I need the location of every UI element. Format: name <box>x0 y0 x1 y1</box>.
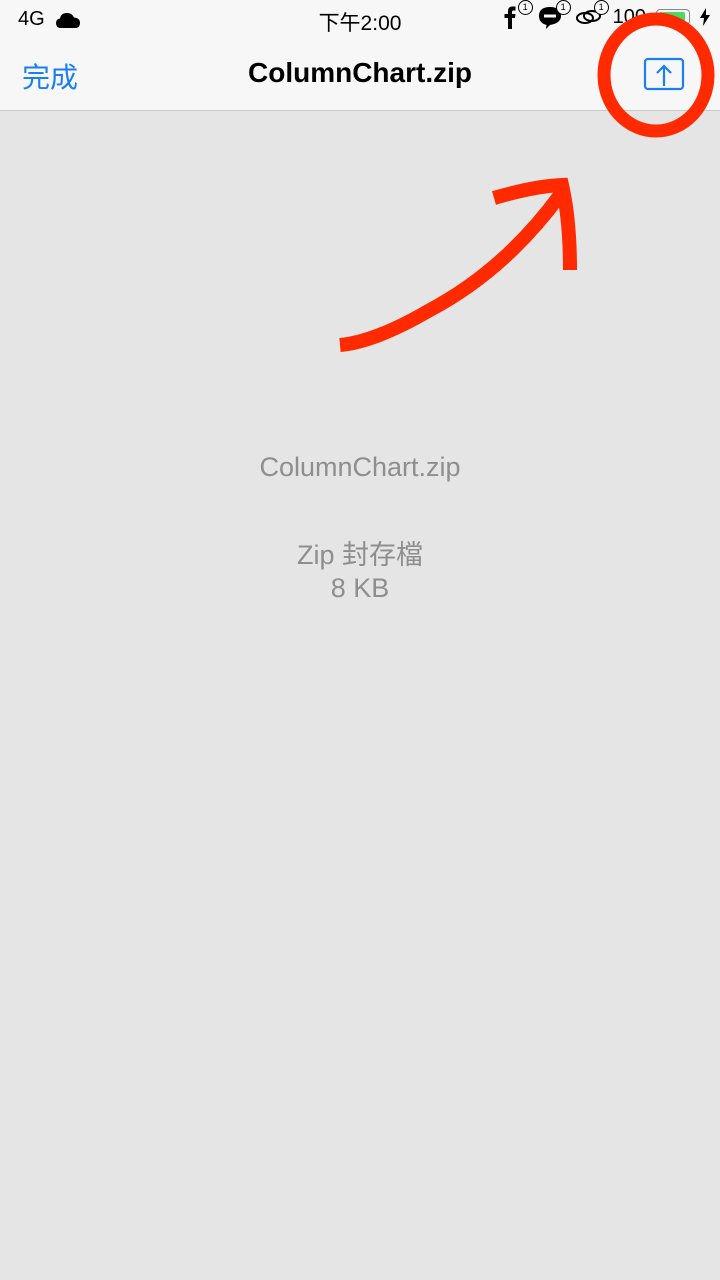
status-right: 1 1 1 100 <box>499 0 710 30</box>
link-notification: 1 <box>575 0 609 30</box>
facebook-badge: 1 <box>517 0 533 15</box>
battery-icon <box>656 9 690 25</box>
annotation-arrow <box>339 177 577 352</box>
line-badge: 1 <box>555 0 571 15</box>
facebook-notification: 1 <box>499 0 533 30</box>
charging-icon <box>700 8 710 26</box>
line-notification: 1 <box>537 0 571 30</box>
battery-percent: 100 <box>612 5 646 28</box>
share-icon <box>643 57 685 91</box>
link-badge: 1 <box>593 0 609 15</box>
file-size: 8 KB <box>330 573 390 603</box>
battery-level <box>659 12 685 22</box>
page-title: ColumnChart.zip <box>248 57 472 88</box>
share-button[interactable] <box>640 54 688 94</box>
status-bar: 4G 下午2:00 1 1 1 100 <box>0 0 720 36</box>
file-type: Zip 封存檔 <box>296 540 423 570</box>
nav-bar: 完成 ColumnChart.zip <box>0 36 720 111</box>
file-name: ColumnChart.zip <box>259 452 461 482</box>
